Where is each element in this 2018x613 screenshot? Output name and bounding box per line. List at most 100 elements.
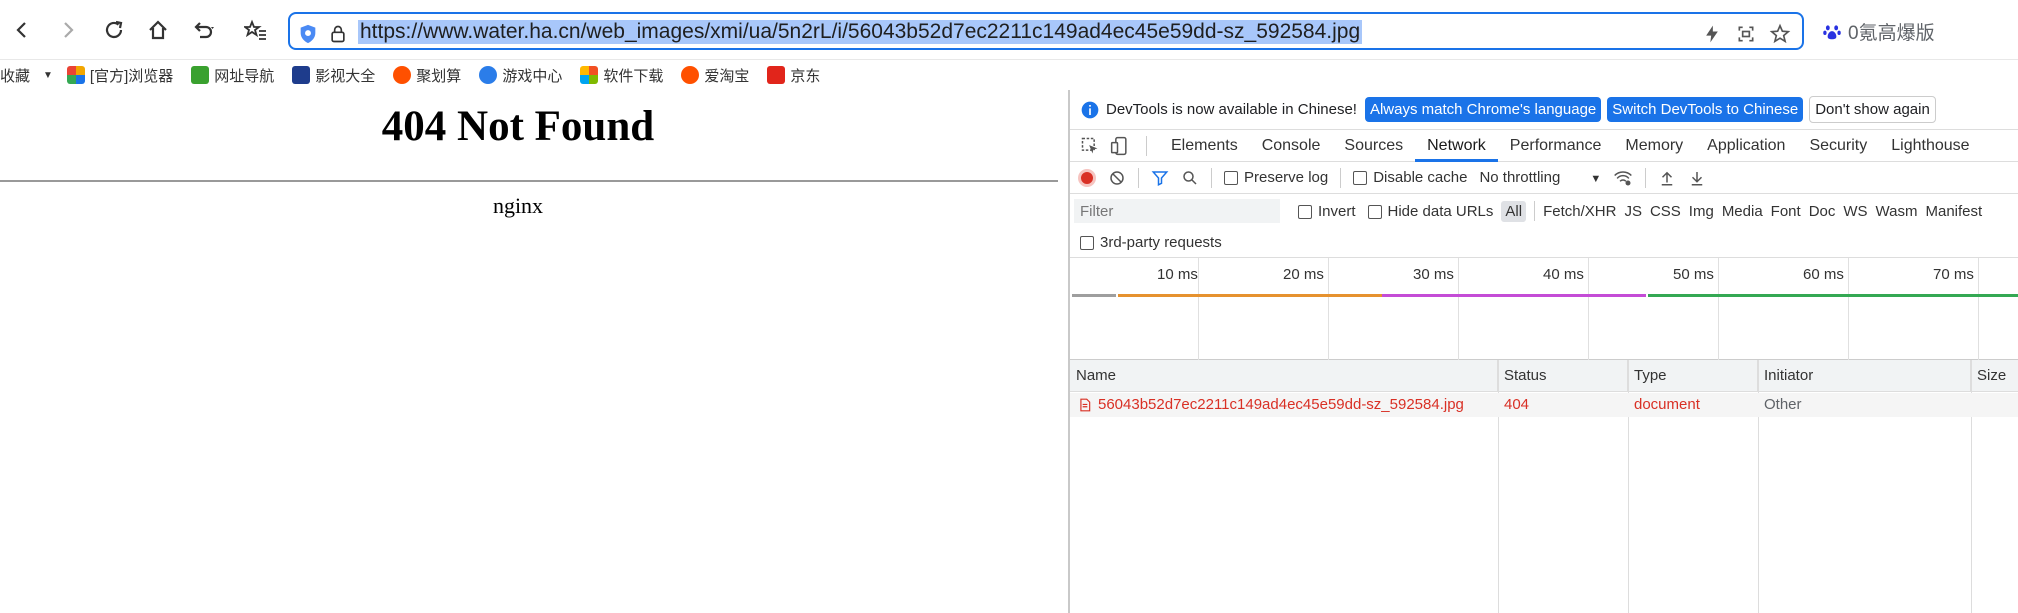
third-party-checkbox[interactable]: 3rd-party requests <box>1080 234 1222 251</box>
timeline-ssl-bar <box>1382 294 1646 297</box>
filter-js[interactable]: JS <box>1624 203 1642 220</box>
checkbox-box[interactable] <box>1353 171 1368 186</box>
hide-data-urls-label: Hide data URLs <box>1387 202 1494 220</box>
tab-application[interactable]: Application <box>1695 130 1797 162</box>
bookmark-label: 游戏中心 <box>502 67 563 85</box>
tab-separator <box>1146 135 1147 156</box>
forward-arrow-icon <box>64 22 74 38</box>
tab-sources[interactable]: Sources <box>1332 130 1415 162</box>
record-icon[interactable] <box>1078 168 1096 187</box>
bookmark-item[interactable]: 网址导航 <box>191 65 274 86</box>
grid-line <box>1978 258 1979 360</box>
invert-checkbox[interactable]: Invert <box>1298 203 1356 220</box>
checkbox-box[interactable] <box>1080 236 1094 251</box>
network-toolbar: Preserve log Disable cache No throttling… <box>1070 162 2018 194</box>
devtools-tabs: Elements Console Sources Network Perform… <box>1070 130 2018 162</box>
search-box[interactable]: 0氪高爆版 <box>1822 18 1935 45</box>
third-party-row: 3rd-party requests <box>1070 228 2018 258</box>
forward-button[interactable] <box>50 12 86 48</box>
filter-wasm[interactable]: Wasm <box>1876 203 1918 220</box>
disable-cache-checkbox[interactable]: Disable cache <box>1353 169 1467 186</box>
infobar-text: DevTools is now available in Chinese! <box>1106 101 1357 118</box>
jd-icon <box>767 66 786 84</box>
network-request-table: Name Status Type Initiator Size 56043b52… <box>1070 360 2018 613</box>
throttling-select[interactable]: No throttling ▼ <box>1479 169 1601 186</box>
filter-fetch-xhr[interactable]: Fetch/XHR <box>1543 203 1616 220</box>
address-bar[interactable]: https://www.water.ha.cn/web_images/xmi/u… <box>288 12 1804 50</box>
undo-close-button[interactable] <box>186 12 222 48</box>
filter-manifest[interactable]: Manifest <box>1926 203 1983 220</box>
checkbox-box[interactable] <box>1367 204 1382 219</box>
bookmark-item[interactable]: 聚划算 <box>393 65 461 86</box>
filter-media[interactable]: Media <box>1722 203 1763 220</box>
back-arrow-icon <box>16 22 26 38</box>
bookmark-label: [官方]浏览器 <box>89 67 174 85</box>
shield-icon[interactable] <box>296 22 320 46</box>
bookmark-label: 聚划算 <box>416 67 462 85</box>
search-icon[interactable] <box>1181 169 1199 187</box>
bookmark-item[interactable]: 京东 <box>767 65 820 86</box>
filter-input[interactable]: Filter <box>1074 199 1280 223</box>
request-initiator: Other <box>1764 396 1802 413</box>
bookmark-star-icon[interactable] <box>1768 22 1792 46</box>
tab-elements[interactable]: Elements <box>1159 130 1250 162</box>
grid-line <box>1848 258 1849 360</box>
checkbox-box[interactable] <box>1298 204 1312 219</box>
favorites-button[interactable] <box>238 12 274 48</box>
bookmark-item[interactable]: 游戏中心 <box>479 65 562 86</box>
lock-icon[interactable] <box>326 22 350 46</box>
network-conditions-icon[interactable] <box>1613 168 1633 188</box>
filter-css[interactable]: CSS <box>1650 203 1681 220</box>
device-toolbar-icon[interactable] <box>1110 136 1134 156</box>
bookmark-item[interactable]: 软件下载 <box>580 65 663 86</box>
preserve-log-checkbox[interactable]: Preserve log <box>1224 169 1328 186</box>
grid-line <box>1718 258 1719 360</box>
column-type-header[interactable]: Type <box>1628 360 1758 392</box>
disable-cache-label: Disable cache <box>1373 169 1468 186</box>
import-har-icon[interactable] <box>1658 169 1676 187</box>
column-initiator-header[interactable]: Initiator <box>1758 360 1971 392</box>
screenshot-icon[interactable] <box>1734 22 1758 46</box>
checkbox-box[interactable] <box>1224 171 1238 186</box>
2345-icon <box>191 66 210 84</box>
column-name-header[interactable]: Name <box>1070 360 1498 392</box>
tab-console[interactable]: Console <box>1250 130 1333 162</box>
tab-network[interactable]: Network <box>1415 130 1498 162</box>
switch-language-button[interactable]: Switch DevTools to Chinese <box>1607 97 1804 122</box>
clear-icon[interactable] <box>1108 169 1126 187</box>
bookmark-item[interactable]: [官方]浏览器 <box>66 65 174 86</box>
lightning-icon[interactable] <box>1700 22 1724 46</box>
tab-security[interactable]: Security <box>1797 130 1879 162</box>
filter-font[interactable]: Font <box>1771 203 1801 220</box>
filter-ws[interactable]: WS <box>1843 203 1867 220</box>
toolbar-separator <box>1645 167 1647 188</box>
request-name-cell[interactable]: 56043b52d7ec2211c149ad4ec45e59dd-sz_5925… <box>1078 393 1494 417</box>
inspect-element-icon[interactable] <box>1080 136 1104 156</box>
tick-label: 40 ms <box>1543 266 1584 283</box>
export-har-icon[interactable] <box>1688 169 1706 187</box>
filter-funnel-icon[interactable] <box>1151 169 1169 187</box>
match-language-button[interactable]: Always match Chrome's language <box>1364 97 1602 122</box>
bookmark-favorites[interactable]: 收藏 ▼ <box>0 65 53 86</box>
info-icon <box>1081 101 1099 118</box>
home-button[interactable] <box>140 12 176 48</box>
network-overview-timeline[interactable]: 10 ms 20 ms 30 ms 40 ms 50 ms 60 ms 70 m… <box>1070 258 2018 360</box>
reload-button[interactable] <box>96 12 132 48</box>
column-status-header[interactable]: Status <box>1498 360 1628 392</box>
filter-doc[interactable]: Doc <box>1809 203 1836 220</box>
dont-show-again-button[interactable]: Don't show again <box>1809 96 1936 123</box>
grid-line <box>1328 258 1329 360</box>
bookmark-item[interactable]: 爱淘宝 <box>681 65 749 86</box>
tab-performance[interactable]: Performance <box>1498 130 1614 162</box>
url-text[interactable]: https://www.water.ha.cn/web_images/xmi/u… <box>358 20 1363 44</box>
tab-lighthouse[interactable]: Lighthouse <box>1879 130 1981 162</box>
hide-data-urls-checkbox[interactable]: Hide data URLs <box>1367 202 1494 220</box>
timeline-connect-bar <box>1118 294 1382 297</box>
bookmark-item[interactable]: 影视大全 <box>292 65 375 86</box>
back-button[interactable] <box>4 12 40 48</box>
filter-all[interactable]: All <box>1501 200 1527 222</box>
tab-memory[interactable]: Memory <box>1613 130 1695 162</box>
filter-img[interactable]: Img <box>1689 203 1714 220</box>
column-size-header[interactable]: Size <box>1971 360 2018 392</box>
invert-label: Invert <box>1318 202 1356 220</box>
